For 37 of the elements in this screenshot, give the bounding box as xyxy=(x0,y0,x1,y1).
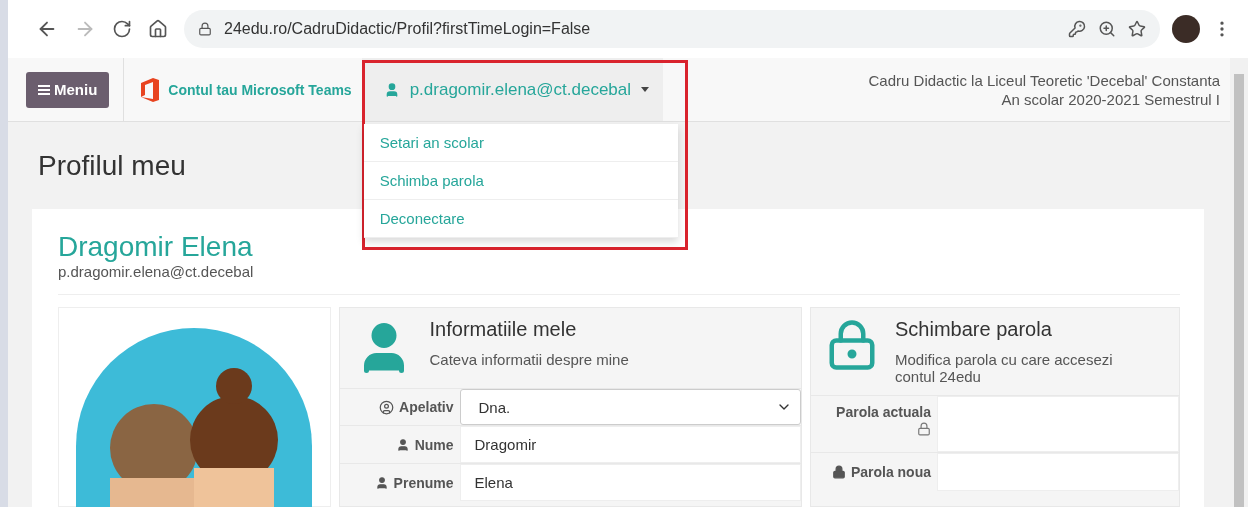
reload-icon xyxy=(112,19,132,39)
address-bar[interactable]: 24edu.ro/CadruDidactic/Profil?firstTimeLogin=False xyxy=(184,10,1160,48)
home-icon xyxy=(148,19,168,39)
field-label: Parola actuala xyxy=(835,404,931,420)
field-label: Parola noua xyxy=(811,453,937,491)
user-circle-icon xyxy=(379,399,395,415)
panel-title: Schimbare parola xyxy=(895,318,1053,341)
caret-icon xyxy=(641,87,650,92)
key-icon[interactable] xyxy=(1068,20,1086,38)
user-icon xyxy=(374,475,389,490)
bookmark-star-icon[interactable] xyxy=(1128,20,1146,38)
field-label: Apelativ xyxy=(339,389,460,425)
page-title: Profilul meu xyxy=(38,150,186,182)
context-text: Cadru Didactic la Liceul Teoretic 'Decebal' Constanta xyxy=(868,71,1220,89)
office-logo-icon xyxy=(140,77,161,102)
hamburger-icon xyxy=(38,84,50,95)
panel-subtitle: Modifica parola cu care accesezi contul 24edu xyxy=(895,351,1114,385)
field-label: Nume xyxy=(339,426,460,463)
zoom-icon[interactable] xyxy=(1098,20,1116,38)
profile-avatar[interactable] xyxy=(1172,15,1200,43)
profile-name: Dragomir Elena xyxy=(58,231,254,263)
input-field[interactable]: Elena xyxy=(459,464,801,501)
panel-title: Informatiile mele xyxy=(429,318,578,341)
url-text: 24edu.ro/CadruDidactic/Profil?firstTimeLogin=False xyxy=(224,20,592,38)
lock-icon xyxy=(831,465,846,479)
select-field[interactable]: Dna. xyxy=(459,389,801,425)
dropdown-item[interactable]: Schimba parola xyxy=(363,162,678,200)
user-icon xyxy=(395,437,410,452)
input-field[interactable]: Dragomir xyxy=(459,426,801,463)
context-text: An scolar 2020-2021 Semestrul I xyxy=(1000,90,1220,108)
panel-subtitle: Cateva informatii despre mine xyxy=(429,351,629,368)
lock-icon xyxy=(917,422,931,436)
field-label: Prenume xyxy=(339,464,460,501)
profile-email: p.dragomir.elena@ct.decebal xyxy=(58,263,1180,295)
menu-button[interactable]: Meniu xyxy=(26,71,110,108)
lock-icon xyxy=(198,22,212,36)
dropdown-item[interactable]: Setari an scolar xyxy=(363,124,678,162)
